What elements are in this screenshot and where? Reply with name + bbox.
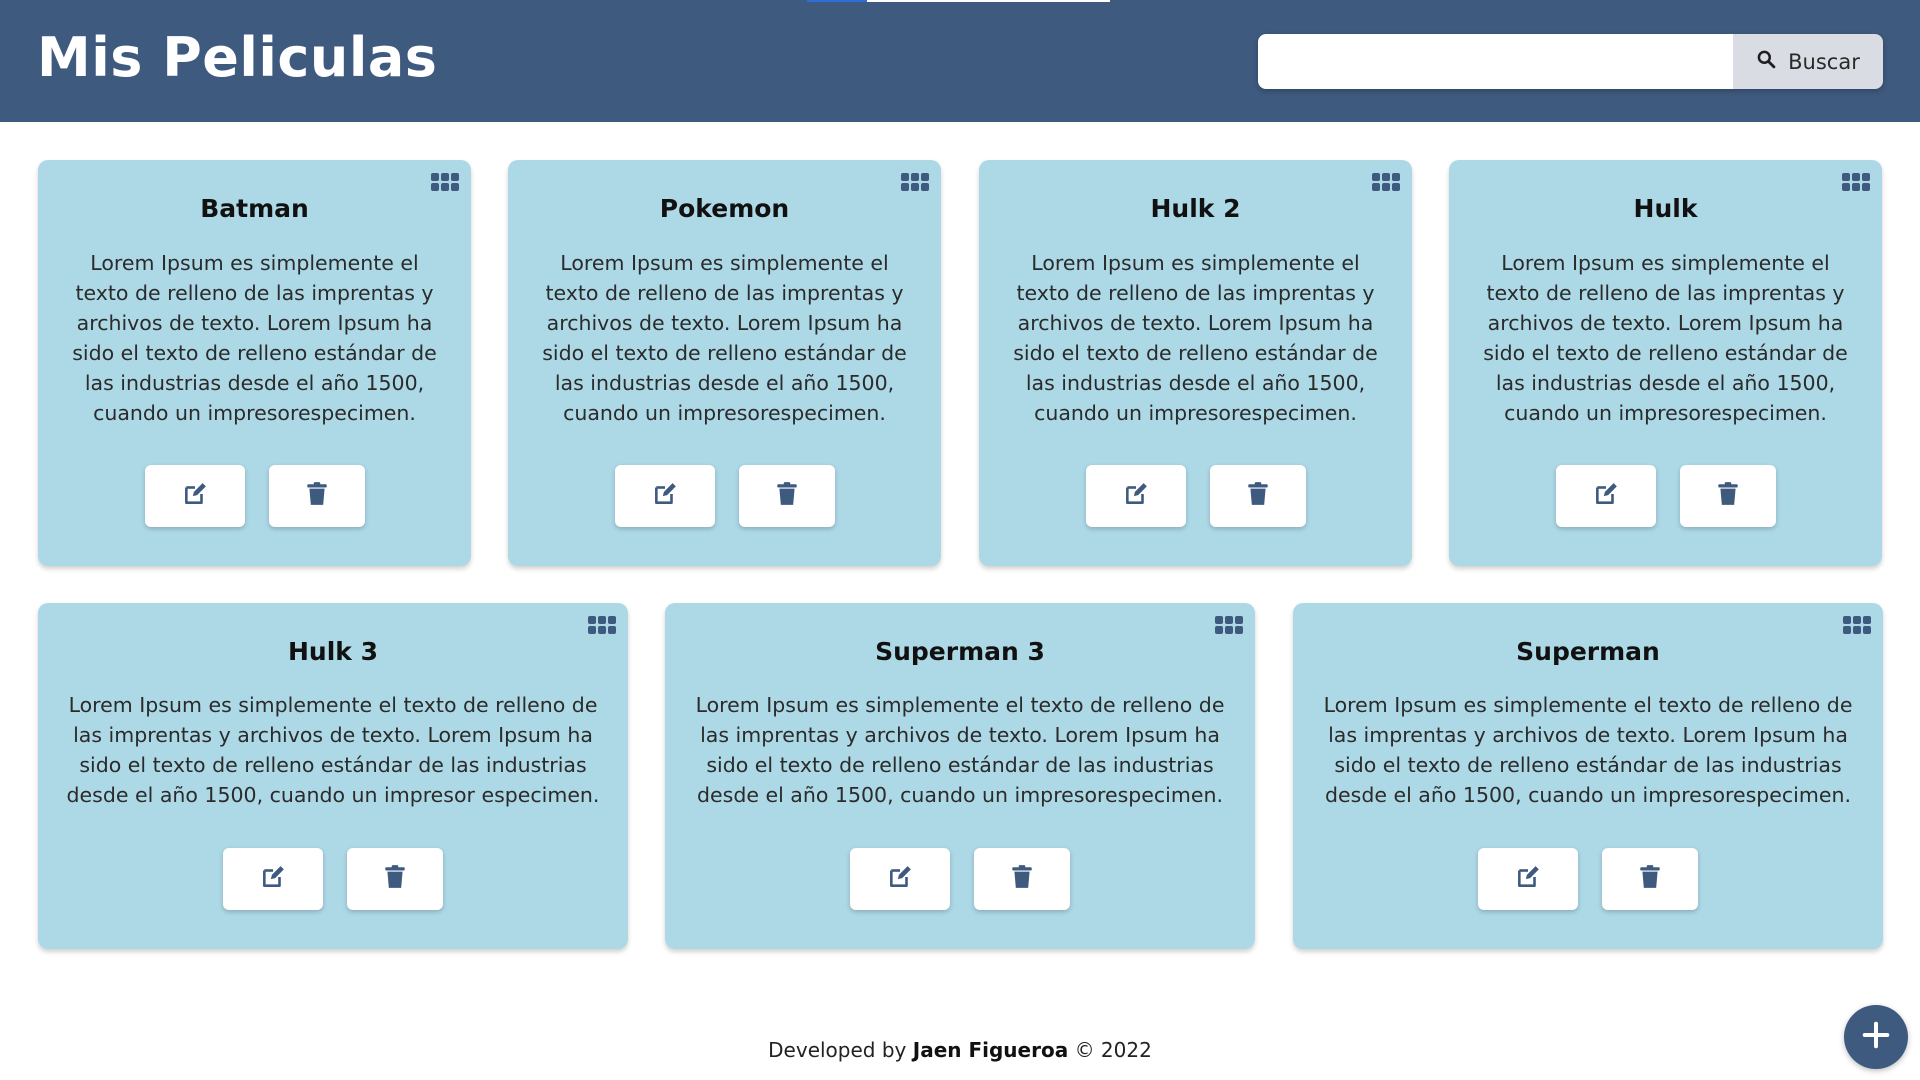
movie-title: Hulk 3 (287, 637, 378, 666)
movie-title: Batman (200, 194, 309, 223)
card-menu-icon[interactable] (1215, 615, 1243, 635)
delete-button[interactable] (974, 848, 1070, 910)
movie-description: Lorem Ipsum es simplemente el texto de r… (695, 693, 1225, 807)
trash-icon (1009, 864, 1035, 894)
card-actions (1449, 465, 1882, 527)
app-header: Mis Peliculas Buscar (0, 0, 1920, 122)
movie-description: Lorem Ipsum es simplemente el texto de r… (1483, 251, 1848, 425)
edit-button[interactable] (1555, 465, 1656, 527)
delete-button[interactable] (347, 848, 443, 910)
edit-button[interactable] (614, 465, 715, 527)
top-indicator-line (867, 0, 1110, 2)
search-bar: Buscar (1258, 34, 1883, 89)
add-movie-button[interactable] (1844, 1005, 1908, 1069)
movie-description: Lorem Ipsum es simplemente el texto de r… (1013, 251, 1378, 425)
card-actions (508, 465, 941, 527)
trash-icon (774, 481, 800, 511)
movie-card: Pokemon Lorem Ipsum es simplemente el te… (508, 160, 941, 566)
trash-icon (1637, 864, 1663, 894)
edit-icon (1515, 864, 1541, 894)
movie-description: Lorem Ipsum es simplemente el texto de r… (72, 251, 437, 425)
edit-button[interactable] (1085, 465, 1186, 527)
delete-button[interactable] (1209, 465, 1306, 527)
edit-icon (1593, 481, 1619, 511)
movie-title: Superman (1516, 637, 1660, 666)
trash-icon (1715, 481, 1741, 511)
movie-card: Batman Lorem Ipsum es simplemente el tex… (38, 160, 471, 566)
edit-icon (652, 481, 678, 511)
plus-icon (1861, 1020, 1891, 1054)
search-button-label: Buscar (1788, 49, 1860, 74)
card-menu-icon[interactable] (1842, 172, 1870, 192)
card-actions (38, 465, 471, 527)
movie-description: Lorem Ipsum es simplemente el texto de r… (542, 251, 907, 425)
edit-button[interactable] (223, 848, 323, 910)
card-menu-icon[interactable] (1843, 615, 1871, 635)
card-menu-icon[interactable] (1372, 172, 1400, 192)
movie-title: Hulk 2 (1150, 194, 1241, 223)
card-actions (665, 848, 1255, 910)
card-menu-icon[interactable] (588, 615, 616, 635)
trash-icon (382, 864, 408, 894)
trash-icon (304, 481, 330, 511)
top-indicator-accent (807, 0, 867, 2)
card-menu-icon[interactable] (901, 172, 929, 192)
delete-button[interactable] (1679, 465, 1776, 527)
card-actions (38, 848, 628, 910)
edit-icon (260, 864, 286, 894)
movie-card: Hulk Lorem Ipsum es simplemente el texto… (1449, 160, 1882, 566)
movie-card: Superman 3 Lorem Ipsum es simplemente el… (665, 603, 1255, 949)
movie-title: Superman 3 (875, 637, 1045, 666)
edit-icon (887, 864, 913, 894)
footer: Developed by Jaen Figueroa © 2022 (0, 1038, 1920, 1062)
card-actions (979, 465, 1412, 527)
search-input[interactable] (1258, 34, 1733, 89)
edit-icon (1123, 481, 1149, 511)
trash-icon (1245, 481, 1271, 511)
search-button[interactable]: Buscar (1733, 34, 1883, 89)
delete-button[interactable] (268, 465, 365, 527)
movie-card: Hulk 2 Lorem Ipsum es simplemente el tex… (979, 160, 1412, 566)
page-title: Mis Peliculas (37, 26, 438, 89)
movie-description: Lorem Ipsum es simplemente el texto de r… (66, 693, 600, 807)
search-icon (1756, 49, 1776, 74)
delete-button[interactable] (738, 465, 835, 527)
movie-card: Superman Lorem Ipsum es simplemente el t… (1293, 603, 1883, 949)
movie-card: Hulk 3 Lorem Ipsum es simplemente el tex… (38, 603, 628, 949)
movie-description: Lorem Ipsum es simplemente el texto de r… (1323, 693, 1853, 807)
edit-icon (182, 481, 208, 511)
footer-prefix: Developed by (768, 1038, 907, 1062)
edit-button[interactable] (1478, 848, 1578, 910)
card-actions (1293, 848, 1883, 910)
movie-title: Pokemon (659, 194, 790, 223)
footer-author: Jaen Figueroa (912, 1038, 1069, 1062)
footer-copyright: © 2022 (1074, 1038, 1152, 1062)
edit-button[interactable] (850, 848, 950, 910)
delete-button[interactable] (1602, 848, 1698, 910)
movie-title: Hulk (1633, 194, 1698, 223)
card-menu-icon[interactable] (431, 172, 459, 192)
edit-button[interactable] (144, 465, 245, 527)
